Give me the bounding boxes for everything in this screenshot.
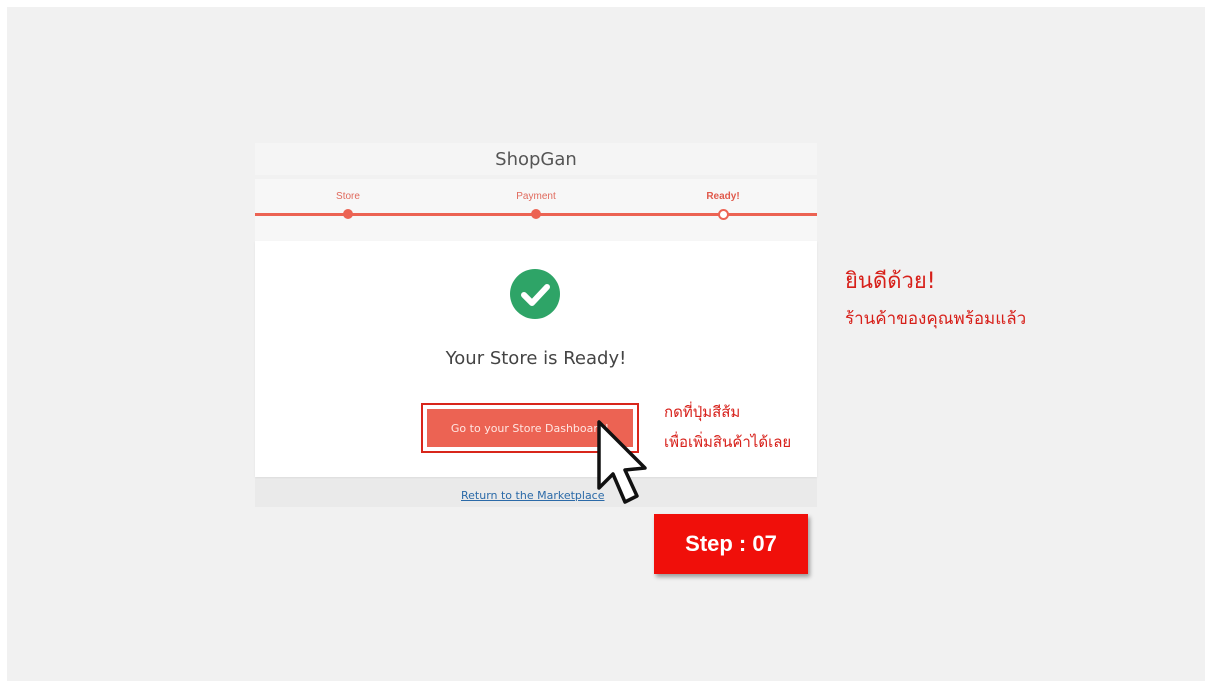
button-hint-annotation: กดที่ปุ่มสีส้ม เพื่อเพิ่มสินค้าได้เลย [664, 397, 791, 457]
step-label-payment: Payment [516, 191, 556, 202]
brand-name: ShopGan [495, 148, 577, 170]
check-circle-icon [510, 269, 560, 319]
step-dot-payment [531, 209, 541, 219]
button-hint-line2: เพื่อเพิ่มสินค้าได้เลย [664, 433, 792, 451]
step-badge: Step : 07 [654, 514, 808, 574]
step-label-store: Store [336, 191, 360, 202]
return-to-marketplace-link[interactable]: Return to the Marketplace [461, 489, 605, 502]
mouse-pointer-icon [593, 418, 657, 519]
congrats-annotation: ยินดีด้วย! ร้านค้าของคุณพร้อมแล้ว [845, 264, 1026, 334]
button-hint-line1: กดที่ปุ่มสีส้ม [664, 403, 741, 421]
step-label-ready: Ready! [706, 191, 740, 202]
congrats-line1: ยินดีด้วย! [845, 269, 936, 294]
ready-title: Your Store is Ready! [445, 348, 627, 369]
congrats-line2: ร้านค้าของคุณพร้อมแล้ว [845, 309, 1027, 329]
brand-header: ShopGan [255, 143, 817, 175]
step-dot-ready [717, 209, 729, 220]
wizard-progress: Store Payment Ready! [255, 179, 817, 241]
step-dot-store [343, 209, 353, 219]
